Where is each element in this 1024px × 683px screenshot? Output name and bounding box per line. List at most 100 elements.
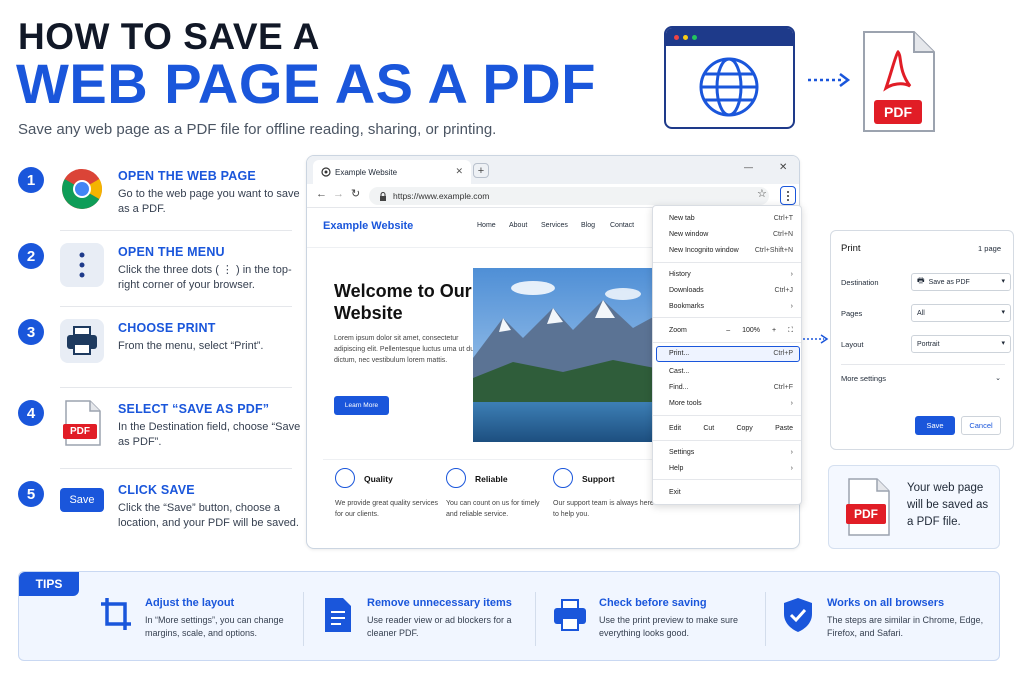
feature-text: Our support team is always here to help … — [553, 500, 654, 518]
minimize-icon[interactable]: — — [744, 162, 753, 172]
menu-shortcut: Ctrl+Shift+N — [754, 247, 793, 254]
close-tab-icon[interactable]: ✕ — [455, 166, 463, 177]
browser-window-illustration — [664, 26, 795, 129]
nav-link-contact[interactable]: Contact — [610, 222, 634, 229]
paste-button[interactable]: Paste — [775, 425, 793, 432]
step-text: Click the three dots ( ⋮ ) in the top-ri… — [118, 264, 292, 291]
menu-shortcut: Ctrl+J — [774, 287, 793, 294]
menu-label: Edit — [669, 425, 682, 432]
nav-link-blog[interactable]: Blog — [581, 222, 595, 229]
learn-more-button[interactable]: Learn More — [334, 396, 389, 415]
chevron-right-icon: › — [790, 449, 793, 456]
fullscreen-icon[interactable]: ⛶ — [788, 327, 793, 335]
menu-item-more-tools[interactable]: More tools › — [669, 400, 793, 407]
nav-link-about[interactable]: About — [509, 222, 527, 229]
menu-item-help[interactable]: Help › — [669, 465, 793, 472]
nav-link-home[interactable]: Home — [477, 222, 496, 229]
new-tab-button[interactable]: + — [473, 163, 489, 178]
menu-item-history[interactable]: History › — [669, 271, 793, 278]
subtitle: Save any web page as a PDF file for offl… — [18, 121, 497, 138]
pages-value: All — [917, 309, 925, 317]
menu-label: Settings — [669, 449, 695, 456]
destination-label: Destination — [841, 278, 879, 287]
menu-item-new-tab[interactable]: New tab Ctrl+T — [669, 215, 793, 222]
menu-item-bookmarks[interactable]: Bookmarks › — [669, 303, 793, 310]
menu-label: Zoom — [669, 327, 687, 334]
tip-text: In “More settings”, you can change margi… — [145, 615, 284, 638]
save-button[interactable]: Save — [915, 416, 955, 435]
menu-divider — [653, 342, 801, 343]
more-settings-label: More settings — [841, 374, 887, 383]
divider — [60, 230, 292, 231]
more-settings-toggle[interactable]: More settings ⌄ — [841, 374, 1005, 383]
menu-item-exit[interactable]: Exit — [669, 489, 793, 496]
layout-label: Layout — [841, 340, 864, 349]
copy-button[interactable]: Copy — [736, 425, 752, 432]
feature-text: We provide great quality services for ou… — [335, 500, 438, 518]
dotted-arrow-icon — [803, 334, 829, 344]
nav-link-services[interactable]: Services — [541, 222, 568, 229]
tip-title: Remove unnecessary items — [367, 597, 512, 609]
url-text: https://www.example.com — [393, 191, 490, 201]
feature-reliable: Reliable You can count on us for timely … — [446, 468, 556, 528]
menu-item-cast[interactable]: Cast... — [669, 368, 793, 375]
menu-item-settings[interactable]: Settings › — [669, 449, 793, 456]
feature-text: You can count on us for timely and relia… — [446, 500, 540, 518]
feature-quality: Quality We provide great quality service… — [335, 468, 445, 528]
tip-text: The steps are similar in Chrome, Edge, F… — [827, 615, 984, 638]
menu-label: Print... — [669, 350, 690, 357]
printer-icon — [60, 319, 104, 363]
back-icon[interactable]: ← — [316, 188, 327, 200]
tip-title: Adjust the layout — [145, 597, 235, 609]
reload-icon[interactable]: ↻ — [351, 187, 360, 200]
feature-title: Support — [582, 474, 615, 484]
zoom-out-button[interactable]: – — [726, 327, 730, 335]
pdf-label: PDF — [854, 507, 878, 521]
zoom-in-button[interactable]: + — [772, 327, 776, 335]
chevron-right-icon: › — [790, 400, 793, 407]
menu-item-downloads[interactable]: Downloads Ctrl+J — [669, 287, 793, 294]
feature-title: Quality — [364, 474, 393, 484]
chevron-down-icon: ▾ — [1001, 278, 1005, 285]
menu-item-zoom: Zoom – 100% + ⛶ — [669, 327, 793, 335]
hero-landscape-image — [473, 268, 655, 442]
menu-item-new-window[interactable]: New window Ctrl+N — [669, 231, 793, 238]
cut-button[interactable]: Cut — [703, 425, 714, 432]
url-input[interactable]: https://www.example.com — [369, 187, 769, 205]
destination-select[interactable]: 🖶 Save as PDF ▾ — [911, 273, 1011, 291]
pages-select[interactable]: All ▾ — [911, 304, 1011, 322]
divider — [303, 592, 304, 646]
menu-shortcut: Ctrl+T — [773, 215, 793, 222]
menu-item-print-text[interactable]: Print... Ctrl+P — [669, 350, 793, 357]
menu-label: Find... — [669, 384, 689, 391]
menu-divider — [653, 415, 801, 416]
step-4: 4 PDF SELECT “SAVE AS PDF” In the Destin… — [18, 400, 300, 472]
chevron-down-icon: ▾ — [1001, 309, 1005, 316]
tab-strip: Example Website ✕ + — ✕ — [307, 156, 799, 184]
tip-remove-items: Remove unnecessary items Use reader view… — [321, 592, 551, 652]
close-window-icon[interactable]: ✕ — [779, 162, 787, 173]
step-text: In the Destination field, choose “Save a… — [118, 421, 301, 448]
pdf-file-icon: PDF — [845, 478, 891, 536]
site-logo[interactable]: Example Website — [323, 220, 413, 232]
tip-adjust-layout: Adjust the layout In “More settings”, yo… — [99, 592, 329, 652]
menu-divider — [653, 262, 801, 263]
menu-item-incognito[interactable]: New Incognito window Ctrl+Shift+N — [669, 247, 793, 254]
menu-edit-row: Edit Cut Copy Paste — [669, 425, 793, 432]
browser-menu: New tab Ctrl+T New window Ctrl+N New Incog… — [652, 205, 802, 505]
menu-label: Bookmarks — [669, 303, 705, 310]
three-dots-icon — [60, 243, 104, 287]
menu-shortcut: Ctrl+P — [773, 350, 793, 357]
bookmark-star-icon[interactable]: ☆ — [757, 187, 767, 200]
browser-tab[interactable]: Example Website ✕ — [313, 160, 471, 184]
cancel-button[interactable]: Cancel — [961, 416, 1001, 435]
forward-icon[interactable]: → — [333, 188, 344, 200]
menu-three-dots-button[interactable] — [780, 186, 796, 205]
tip-title: Works on all browsers — [827, 597, 945, 609]
printer-icon — [554, 599, 586, 631]
step-number: 3 — [18, 319, 44, 345]
menu-item-find[interactable]: Find... Ctrl+F — [669, 384, 793, 391]
layout-select[interactable]: Portrait ▾ — [911, 335, 1011, 353]
pdf-label: PDF — [884, 104, 912, 120]
menu-divider — [653, 317, 801, 318]
